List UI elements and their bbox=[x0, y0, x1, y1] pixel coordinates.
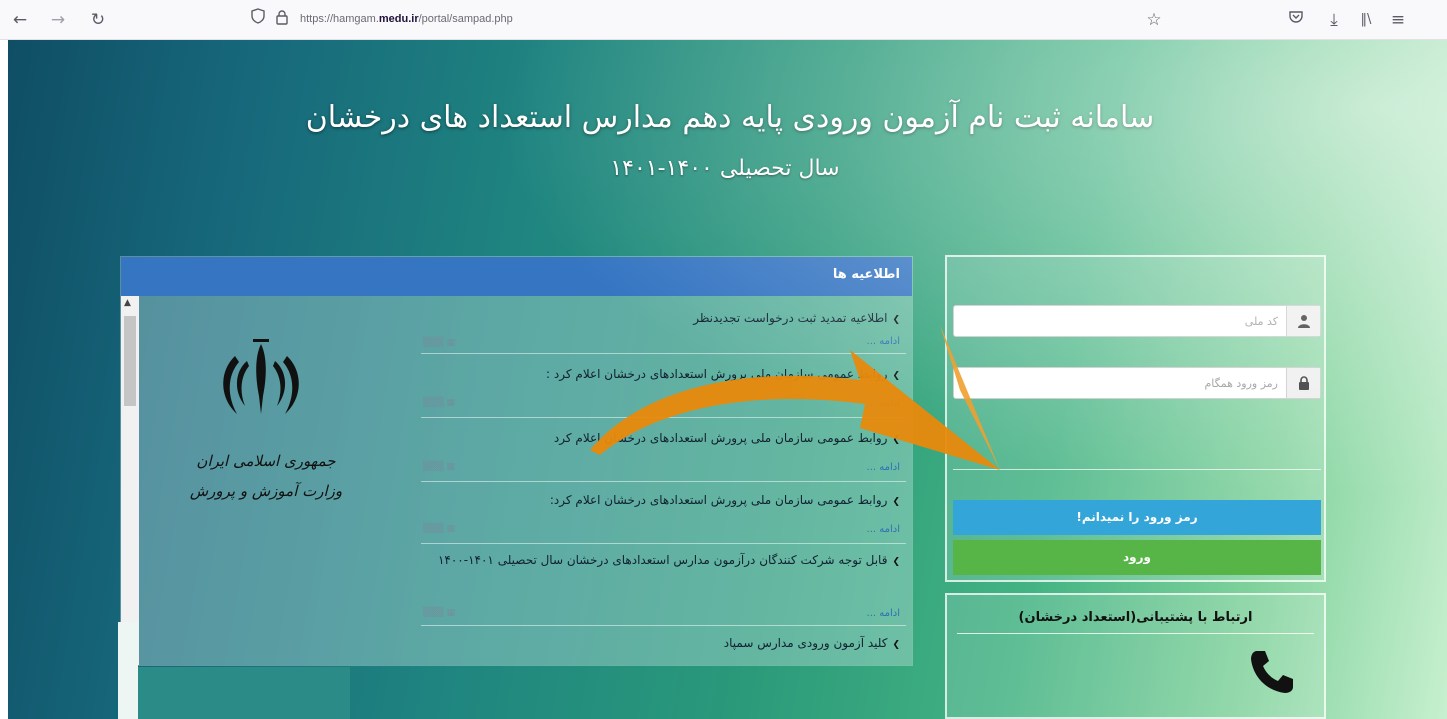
url-bar[interactable]: https://hamgam.medu.ir/portal/sampad.php bbox=[232, 4, 1182, 36]
announcements-panel: اطلاعیه ها ▲ جمهوری اسلامی ایران وزارت آ… bbox=[120, 256, 913, 666]
pocket-icon[interactable] bbox=[1284, 8, 1308, 32]
calendar-icon: ▦ ▒▒▒ bbox=[423, 462, 456, 472]
user-icon bbox=[1286, 306, 1320, 336]
password-input[interactable] bbox=[964, 369, 1284, 397]
calendar-icon: ▦ ▒▒▒ bbox=[423, 338, 456, 348]
read-more-link[interactable]: ادامه ... bbox=[867, 398, 900, 409]
padlock-icon bbox=[1286, 368, 1320, 398]
url-text: https://hamgam.medu.ir/portal/sampad.php bbox=[300, 13, 513, 25]
lock-icon[interactable] bbox=[270, 8, 294, 32]
emblem-line2: وزارت آموزش و پرورش bbox=[189, 482, 343, 500]
scroll-thumb[interactable] bbox=[124, 316, 136, 406]
reload-icon[interactable]: ↻ bbox=[86, 8, 110, 32]
page-title: سامانه ثبت نام آزمون ورودی پایه دهم مدار… bbox=[305, 100, 1155, 135]
iran-emblem-icon bbox=[223, 339, 299, 414]
login-panel: رمز ورود را نمیدانم! ورود bbox=[945, 255, 1326, 582]
national-code-field[interactable] bbox=[953, 305, 1321, 337]
list-item[interactable]: روابط عمومی سازمان ملی پرورش استعدادهای … bbox=[421, 420, 906, 482]
support-title: ارتباط با پشتیبانی(استعداد درخشان) bbox=[1018, 610, 1253, 625]
calendar-icon: ▦ ▒▒▒ bbox=[423, 398, 456, 408]
calendar-icon: ▦ ▒▒▒ bbox=[423, 524, 456, 534]
forgot-password-button[interactable]: رمز ورود را نمیدانم! bbox=[953, 500, 1321, 535]
read-more-link[interactable]: ادامه ... bbox=[867, 336, 900, 347]
login-button[interactable]: ورود bbox=[953, 540, 1321, 575]
calendar-icon: ▦ ▒▒▒ bbox=[423, 608, 456, 618]
announcements-scrollbar[interactable]: ▲ bbox=[121, 296, 139, 665]
menu-icon[interactable]: ≡ bbox=[1386, 8, 1410, 32]
support-divider bbox=[957, 633, 1314, 634]
page-subtitle: سال تحصیلی ۱۴۰۰-۱۴۰۱ bbox=[610, 156, 840, 181]
password-field[interactable] bbox=[953, 367, 1321, 399]
login-divider bbox=[953, 469, 1321, 470]
list-item[interactable]: اطلاعیه تمدید ثبت درخواست تجدیدنظر ادامه… bbox=[421, 304, 906, 354]
left-edge bbox=[0, 40, 8, 719]
read-more-link[interactable]: ادامه ... bbox=[867, 608, 900, 619]
back-icon[interactable]: ← bbox=[8, 8, 32, 32]
news-title[interactable]: روابط عمومی سازمان ملی پرورش استعدادهای … bbox=[430, 490, 900, 512]
page-background: سامانه ثبت نام آزمون ورودی پایه دهم مدار… bbox=[0, 40, 1447, 719]
emblem-line1: جمهوری اسلامی ایران bbox=[196, 452, 336, 470]
support-panel: ارتباط با پشتیبانی(استعداد درخشان) bbox=[945, 593, 1326, 719]
list-item[interactable]: روابط عمومی سازمان ملی پرورش استعدادهای … bbox=[421, 356, 906, 418]
download-icon[interactable]: ⤓ bbox=[1322, 8, 1346, 32]
news-title[interactable]: اطلاعیه تمدید ثبت درخواست تجدیدنظر bbox=[430, 308, 900, 330]
forward-icon[interactable]: → bbox=[46, 8, 70, 32]
shield-icon[interactable] bbox=[246, 8, 270, 32]
news-title[interactable]: روابط عمومی سازمان ملی پرورش استعدادهای … bbox=[430, 364, 900, 386]
announcements-title: اطلاعیه ها bbox=[832, 267, 900, 282]
footer-block bbox=[138, 667, 350, 719]
scroll-up-icon[interactable]: ▲ bbox=[124, 298, 131, 308]
library-icon[interactable]: ‖\ bbox=[1354, 8, 1378, 32]
news-title[interactable]: روابط عمومی سازمان ملی پرورش استعدادهای … bbox=[430, 428, 900, 450]
announcements-header: اطلاعیه ها bbox=[121, 257, 912, 296]
page-edge bbox=[118, 622, 138, 719]
list-item[interactable]: روابط عمومی سازمان ملی پرورش استعدادهای … bbox=[421, 484, 906, 544]
news-title[interactable]: کلید آزمون ورودی مدارس سمپاد bbox=[430, 633, 900, 655]
browser-toolbar: ← → ↻ https://hamgam.medu.ir/portal/samp… bbox=[0, 0, 1447, 40]
read-more-link[interactable]: ادامه ... bbox=[867, 524, 900, 535]
list-item[interactable]: قابل توجه شرکت کنندگان درآزمون مدارس است… bbox=[421, 546, 906, 626]
announcements-body: ▲ جمهوری اسلامی ایران وزارت آموزش و پرور… bbox=[121, 296, 912, 665]
national-code-input[interactable] bbox=[964, 307, 1284, 335]
list-item[interactable]: کلید آزمون ورودی مدارس سمپاد bbox=[421, 628, 906, 658]
read-more-link[interactable]: ادامه ... bbox=[867, 462, 900, 473]
news-title[interactable]: قابل توجه شرکت کنندگان درآزمون مدارس است… bbox=[430, 550, 900, 572]
bookmark-star-icon[interactable]: ☆ bbox=[1142, 8, 1166, 32]
phone-icon[interactable] bbox=[1247, 647, 1297, 697]
ministry-label: جمهوری اسلامی ایران وزارت آموزش و پرورش bbox=[161, 446, 371, 506]
